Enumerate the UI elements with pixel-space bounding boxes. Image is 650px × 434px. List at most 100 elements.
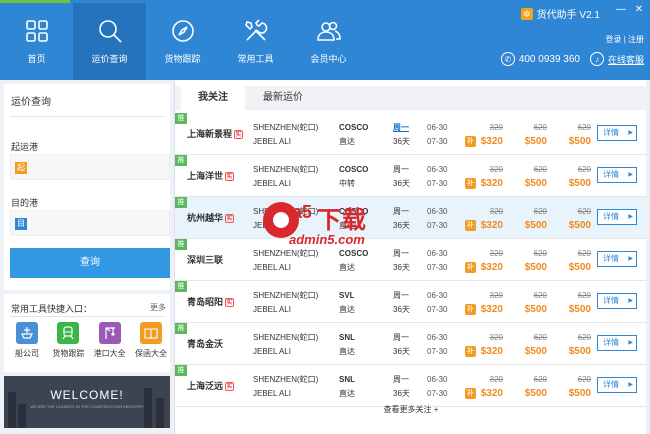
- new-price: $320: [480, 178, 503, 189]
- dest-port: JEBEL ALI: [253, 347, 291, 356]
- detail-button[interactable]: 详情: [597, 125, 637, 141]
- price-40gp: 620 $500: [517, 289, 547, 317]
- online-service-link[interactable]: 在线客服: [608, 53, 644, 66]
- nav-rate-query[interactable]: 运价查询: [73, 3, 146, 80]
- origin-port: SHENZHEN(蛇口): [253, 375, 319, 384]
- nav-member-center[interactable]: 会员中心: [292, 3, 365, 80]
- dest-port-input[interactable]: 目: [10, 210, 170, 236]
- tool-guarantee-letters[interactable]: 保函大全: [132, 322, 170, 359]
- route-type: 中转: [339, 179, 355, 188]
- new-price: $320: [480, 220, 503, 231]
- company-name[interactable]: 上海泛远实: [187, 379, 235, 392]
- tool-cargo-tracking[interactable]: 货物跟踪: [49, 322, 87, 359]
- recommend-tag: 推: [175, 155, 187, 166]
- company-name[interactable]: 深圳三联: [187, 253, 223, 266]
- old-price: 620: [577, 333, 591, 342]
- register-link[interactable]: 注册: [628, 35, 644, 44]
- company-name[interactable]: 上海洋世实: [187, 169, 235, 182]
- old-price: 320: [489, 207, 503, 216]
- rate-row[interactable]: 推上海洋世实 SHENZHEN(蛇口) JEBEL ALI COSCO 中转 周一 36天 0…: [175, 155, 647, 197]
- tools-icon: [244, 19, 267, 41]
- old-price: 620: [533, 123, 547, 132]
- transit-days: 36天: [393, 305, 410, 314]
- minimize-button[interactable]: —: [616, 4, 626, 15]
- old-price: 620: [533, 291, 547, 300]
- new-price: $500: [568, 346, 591, 357]
- validity-dates: 06-30 07-30: [427, 331, 447, 359]
- banner-subtitle: WE ARE THE LEADERS IN THE CONSTRUCTION I…: [30, 404, 144, 409]
- view-more-link[interactable]: 查看更多关注 +: [175, 404, 647, 415]
- company-name[interactable]: 青岛昭阳实: [187, 295, 235, 308]
- dest-port: JEBEL ALI: [253, 263, 291, 272]
- schedule: 周一 36天: [393, 163, 410, 191]
- tab-latest-rates[interactable]: 最新运价: [253, 86, 313, 110]
- rate-row[interactable]: 推青岛昭阳实 SHENZHEN(蛇口) JEBEL ALI SVL 直达 周一 36天 06-…: [175, 281, 647, 323]
- carrier-name: SNL: [339, 375, 355, 384]
- carrier: SVL 直达: [339, 289, 355, 317]
- tab-bar-background: [175, 86, 647, 110]
- price-40gp: 620 $500: [517, 331, 547, 359]
- new-price: $500: [568, 304, 591, 315]
- new-price: $320: [480, 136, 503, 147]
- divider: [10, 316, 164, 317]
- nav-cargo-tracking[interactable]: 货物跟踪: [146, 3, 219, 80]
- date-from: 06-30: [427, 207, 448, 216]
- tools-more-link[interactable]: 更多: [150, 302, 166, 313]
- close-button[interactable]: ✕: [634, 4, 644, 15]
- rate-row[interactable]: 推上海泛远实 SHENZHEN(蛇口) JEBEL ALI SNL 直达 周一 36天 06-…: [175, 365, 647, 407]
- query-button[interactable]: 查询: [10, 248, 170, 278]
- bell-icon: ♪: [589, 52, 604, 66]
- detail-button[interactable]: 详情: [597, 377, 637, 393]
- new-price: $500: [568, 220, 591, 231]
- price-40hq: 620 $500: [559, 205, 591, 233]
- tool-shipping-company[interactable]: 船公司: [8, 322, 46, 359]
- new-price: $500: [524, 304, 547, 315]
- tab-following[interactable]: 我关注: [181, 86, 245, 110]
- rate-row[interactable]: 推深圳三联 SHENZHEN(蛇口) JEBEL ALI COSCO 直达 周一 36天 06…: [175, 239, 647, 281]
- price-40gp: 620 $500: [517, 121, 547, 149]
- company-name[interactable]: 上海新景程实: [187, 127, 244, 140]
- validity-dates: 06-30 07-30: [427, 247, 447, 275]
- company-name[interactable]: 杭州越华实: [187, 211, 235, 224]
- rate-row[interactable]: 推上海新景程实 SHENZHEN(蛇口) JEBEL ALI COSCO 直达 周一 36天…: [175, 113, 647, 155]
- welcome-banner[interactable]: WELCOME! WE ARE THE LEADERS IN THE CONST…: [4, 376, 170, 428]
- date-from: 06-30: [427, 333, 448, 342]
- old-price: 620: [577, 165, 591, 174]
- detail-button[interactable]: 详情: [597, 251, 637, 267]
- dest-port: JEBEL ALI: [253, 389, 291, 398]
- date-to: 07-30: [427, 179, 448, 188]
- route-type: 直达: [339, 389, 355, 398]
- supplement-badge: 补: [465, 262, 476, 273]
- watermark-domain: admin5.com: [289, 232, 365, 247]
- ship-icon: [16, 322, 38, 344]
- detail-button[interactable]: 详情: [597, 209, 637, 225]
- nav-home[interactable]: 首页: [0, 3, 73, 80]
- schedule: 周一 36天: [393, 247, 410, 275]
- new-price: $500: [568, 178, 591, 189]
- origin-port-input[interactable]: 起: [10, 154, 170, 180]
- new-price: $500: [568, 388, 591, 399]
- nav-tools[interactable]: 常用工具: [219, 3, 292, 80]
- tool-port-directory[interactable]: 港口大全: [91, 322, 129, 359]
- login-link[interactable]: 登录: [605, 35, 621, 44]
- rate-list: 推上海新景程实 SHENZHEN(蛇口) JEBEL ALI COSCO 直达 周一 36天…: [175, 113, 647, 407]
- old-price: 320: [489, 165, 503, 174]
- rates-panel: 我关注 最新运价 推上海新景程实 SHENZHEN(蛇口) JEBEL ALI COS…: [174, 80, 647, 434]
- detail-button[interactable]: 详情: [597, 335, 637, 351]
- search-icon: [98, 20, 122, 43]
- company-name[interactable]: 青岛金沃: [187, 337, 223, 350]
- detail-button[interactable]: 详情: [597, 293, 637, 309]
- origin-port-label: 起运港: [11, 142, 39, 152]
- schedule: 周一 36天: [393, 121, 410, 149]
- tools-shortcuts: 常用工具快捷入口： 更多 船公司 货物跟踪 港口大全 保函大全: [4, 294, 170, 372]
- watermark: a5 下载 admin5.com: [259, 196, 409, 250]
- phone-icon: ✆: [500, 52, 515, 66]
- new-price: $500: [524, 388, 547, 399]
- dest-port: JEBEL ALI: [253, 137, 291, 146]
- date-from: 06-30: [427, 375, 448, 384]
- rate-row[interactable]: 推杭州越华实SHENZHEN(蛇口)JEBEL ALICOSCO直达周一36天0…: [175, 197, 647, 239]
- supplement-badge: 补: [465, 388, 476, 399]
- users-icon: [316, 21, 341, 41]
- rate-row[interactable]: 推青岛金沃 SHENZHEN(蛇口) JEBEL ALI SNL 直达 周一 36天 06-3…: [175, 323, 647, 365]
- detail-button[interactable]: 详情: [597, 167, 637, 183]
